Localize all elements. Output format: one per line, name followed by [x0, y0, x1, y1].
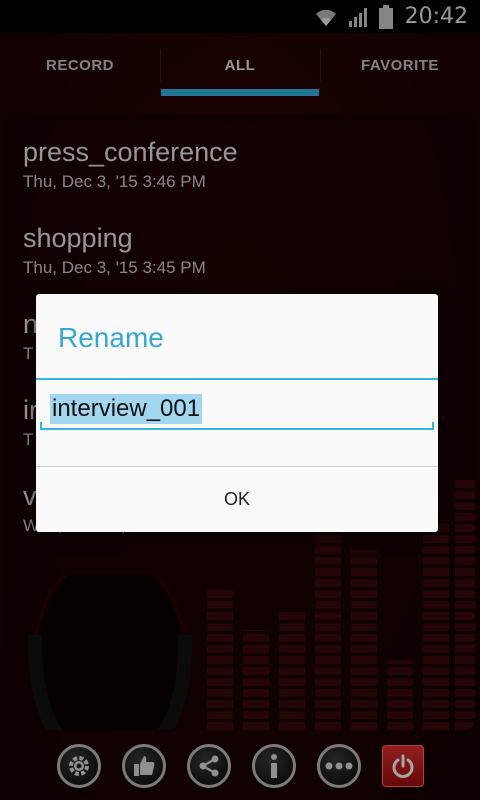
rename-dialog: Rename interview_001 OK [36, 294, 438, 532]
input-edge [432, 422, 434, 430]
dialog-title-divider [36, 378, 438, 380]
input-edge [40, 422, 42, 430]
ok-button[interactable]: OK [36, 467, 438, 532]
rename-input-text: interview_001 [50, 394, 203, 424]
dialog-title: Rename [58, 322, 164, 353]
